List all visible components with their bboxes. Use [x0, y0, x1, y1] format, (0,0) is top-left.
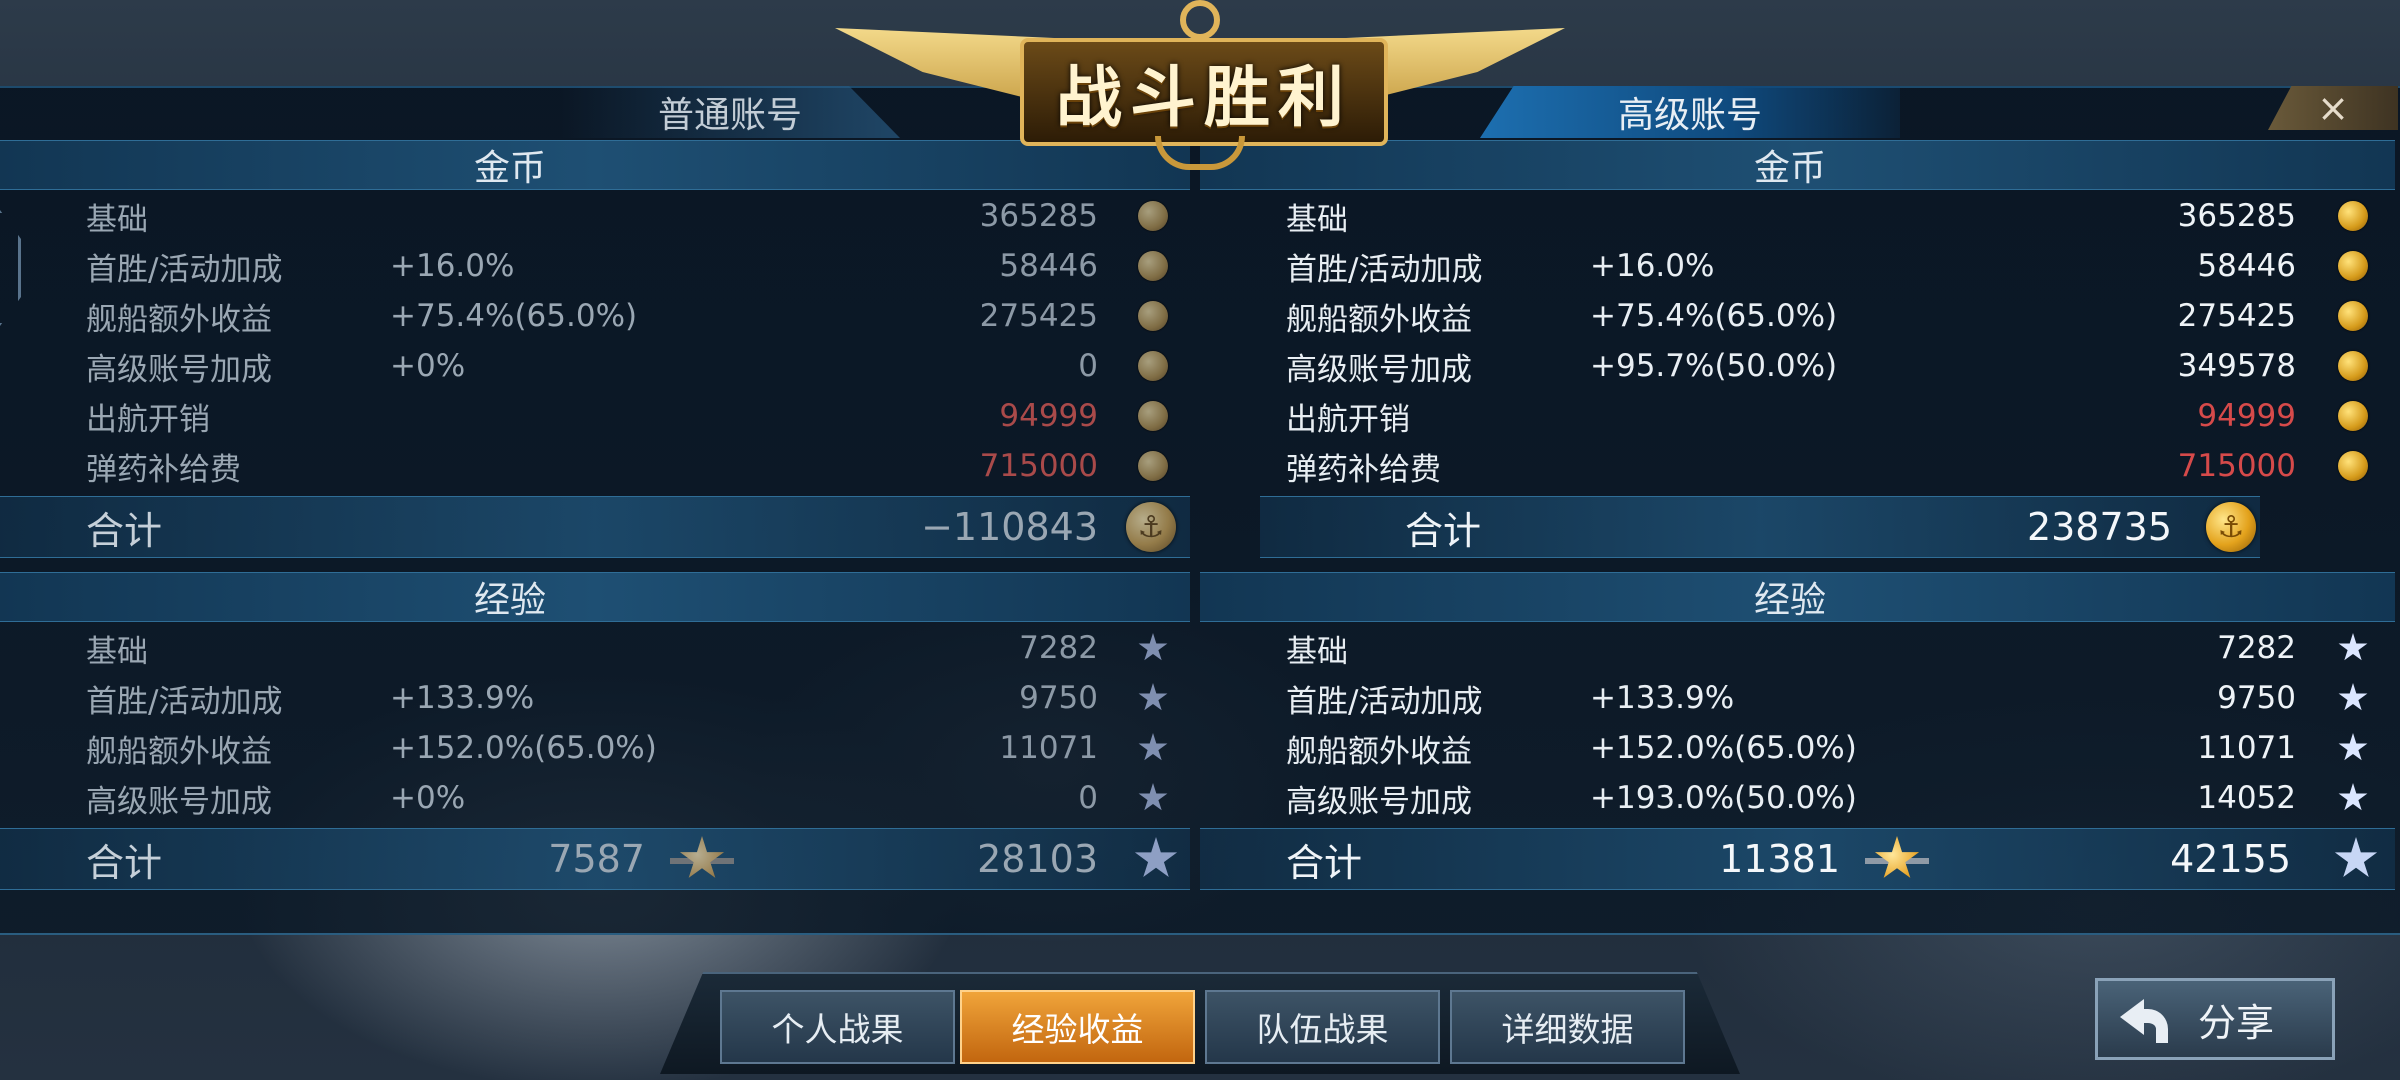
close-icon: × — [2317, 86, 2349, 130]
anchor-icon — [1180, 0, 1220, 40]
captain-exp-star-icon — [670, 834, 734, 884]
gold-coin-icon — [1138, 401, 1168, 431]
gold-row-ship-bonus: 舰船额外收益 +75.4%(65.0%) 275425 — [1200, 292, 2400, 340]
exp-star-icon — [1138, 633, 1168, 661]
victory-emblem: 战斗胜利 — [835, 0, 1565, 170]
gold-row-ship-bonus: 舰船额外收益 +75.4%(65.0%) 275425 — [0, 292, 1190, 340]
gold-row-premium-bonus: 高级账号加成 +95.7%(50.0%) 349578 — [1200, 342, 2400, 390]
exp-total-bar: 合计 7587 28103 — [0, 828, 1190, 890]
exp-star-icon — [1138, 683, 1168, 711]
gold-row-base: 基础 365285 — [0, 192, 1190, 240]
exp-row-ship-bonus: 舰船额外收益 +152.0%(65.0%) 11071 — [0, 724, 1190, 772]
gold-row-ammo-cost: 弹药补给费 715000 — [1200, 442, 2400, 490]
exp-row-base: 基础 7282 — [0, 624, 1190, 672]
tab-personal-results[interactable]: 个人战果 — [720, 990, 955, 1064]
gold-row-base: 基础 365285 — [1200, 192, 2400, 240]
exp-row-first-win: 首胜/活动加成 +133.9% 9750 — [0, 674, 1190, 722]
gold-coin-icon — [2338, 351, 2368, 381]
exp-row-first-win: 首胜/活动加成 +133.9% 9750 — [1200, 674, 2400, 722]
exp-star-icon — [2338, 683, 2368, 711]
exp-star-icon — [2338, 633, 2368, 661]
anchor-base-icon — [1155, 136, 1245, 170]
exp-star-icon — [1138, 783, 1168, 811]
share-button[interactable]: 分享 — [2095, 978, 2335, 1060]
gold-coin-icon — [1138, 301, 1168, 331]
exp-total-bar: 合计 11381 42155 — [1200, 828, 2395, 890]
results-panel: 普通账号 金币 基础 365285 首胜/活动加成 +16.0% 58446 舰… — [0, 86, 2400, 935]
gold-coin-icon — [1138, 451, 1168, 481]
exp-row-premium-bonus: 高级账号加成 +0% 0 — [0, 774, 1190, 822]
gold-row-sortie-cost: 出航开销 94999 — [1200, 392, 2400, 440]
exp-section-header: 经验 — [0, 572, 1190, 622]
captain-exp-star-icon — [1865, 834, 1929, 884]
gold-row-premium-bonus: 高级账号加成 +0% 0 — [0, 342, 1190, 390]
tab-detailed-data[interactable]: 详细数据 — [1450, 990, 1685, 1064]
exp-star-icon — [2338, 733, 2368, 761]
gold-total-bar: 合计 238735 ⚓ — [1260, 496, 2260, 558]
tab-team-results[interactable]: 队伍战果 — [1205, 990, 1440, 1064]
gold-row-sortie-cost: 出航开销 94999 — [0, 392, 1190, 440]
tab-experience-income[interactable]: 经验收益 — [960, 990, 1195, 1064]
victory-title: 战斗胜利 — [1020, 38, 1388, 146]
exp-star-icon — [1134, 837, 1178, 878]
share-arrow-icon — [2116, 991, 2172, 1047]
gold-row-first-win: 首胜/活动加成 +16.0% 58446 — [1200, 242, 2400, 290]
exp-star-icon — [2334, 837, 2378, 878]
gold-row-first-win: 首胜/活动加成 +16.0% 58446 — [0, 242, 1190, 290]
gold-coin-icon — [2338, 201, 2368, 231]
exp-star-icon — [2338, 783, 2368, 811]
gold-row-ammo-cost: 弹药补给费 715000 — [0, 442, 1190, 490]
gold-coin-icon — [2338, 251, 2368, 281]
gold-total-bar: 合计 −110843 ⚓ — [0, 496, 1190, 558]
exp-row-premium-bonus: 高级账号加成 +193.0%(50.0%) 14052 — [1200, 774, 2400, 822]
exp-row-base: 基础 7282 — [1200, 624, 2400, 672]
gold-coin-icon — [2338, 301, 2368, 331]
exp-star-icon — [1138, 733, 1168, 761]
gold-coin-icon: ⚓ — [1126, 502, 1176, 552]
gold-coin-icon — [1138, 251, 1168, 281]
exp-section-header: 经验 — [1200, 572, 2395, 622]
gold-coin-icon — [2338, 451, 2368, 481]
gold-coin-icon — [2338, 401, 2368, 431]
gold-coin-icon — [1138, 351, 1168, 381]
gold-coin-icon: ⚓ — [2206, 502, 2256, 552]
exp-row-ship-bonus: 舰船额外收益 +152.0%(65.0%) 11071 — [1200, 724, 2400, 772]
share-label: 分享 — [2198, 1000, 2275, 1045]
gold-coin-icon — [1138, 201, 1168, 231]
